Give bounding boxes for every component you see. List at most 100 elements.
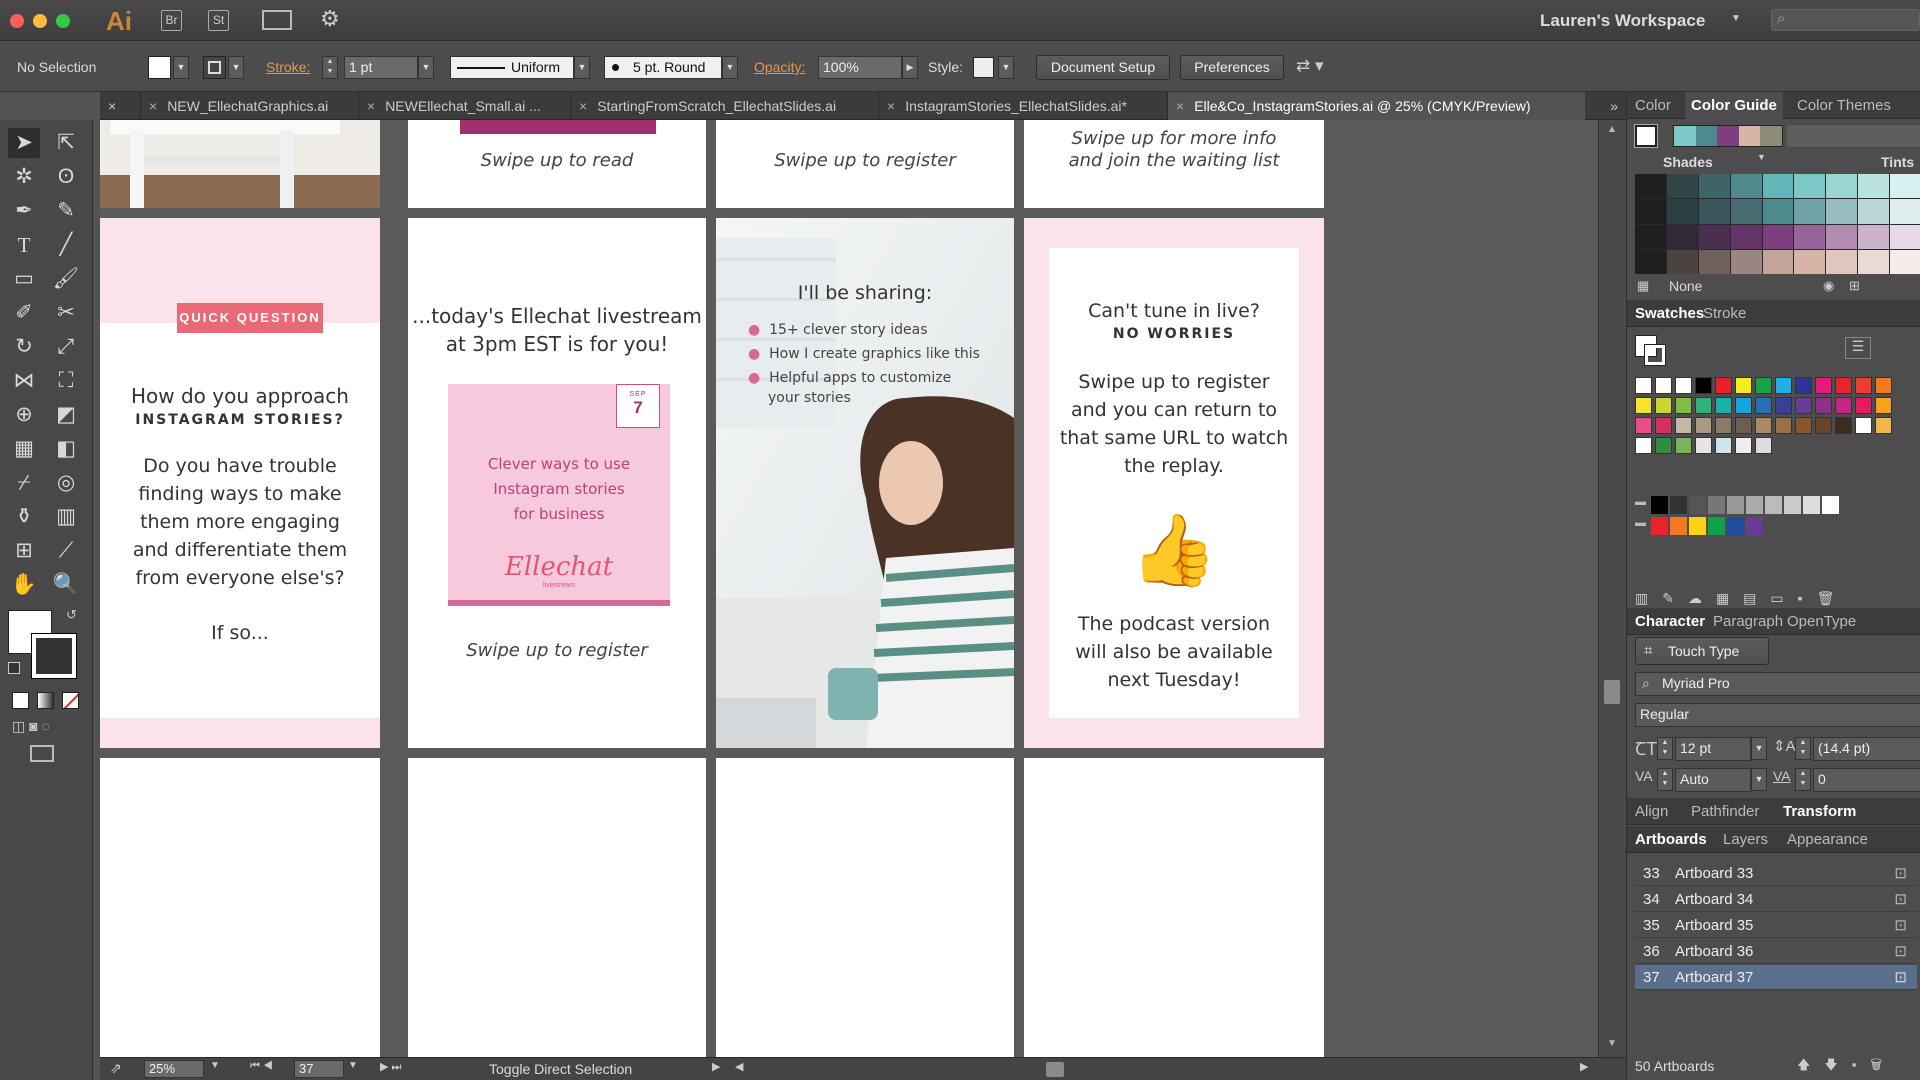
free-transform-tool-icon[interactable]: ⛶	[50, 366, 82, 396]
tab-instagram-stories[interactable]: × InstagramStories_EllechatSlides.ai*	[878, 92, 1167, 120]
color-swatch[interactable]	[1695, 437, 1712, 454]
zoom-field[interactable]: 25%	[144, 1060, 204, 1078]
status-menu-icon[interactable]: ▶	[712, 1060, 720, 1073]
tab-color-themes[interactable]: Color Themes	[1797, 92, 1891, 119]
fill-dropdown[interactable]: ▼	[173, 56, 189, 79]
font-family-field[interactable]: ⌕ Myriad Pro	[1635, 672, 1920, 696]
horizontal-scroll-thumb[interactable]	[1046, 1062, 1064, 1077]
artboard-row-selected[interactable]: 37 Artboard 37 ⊡	[1635, 965, 1917, 990]
shape-builder-tool-icon[interactable]: ⊕	[8, 400, 40, 430]
artboard-number-field[interactable]: 37	[294, 1060, 344, 1078]
zoom-tool-icon[interactable]: 🔍	[50, 570, 82, 600]
swatches-footer-icons[interactable]: ▥✎☁▦▤▭▪🗑	[1635, 590, 1848, 607]
artboard-row[interactable]: 36 Artboard 36 ⊡	[1635, 939, 1917, 964]
screen-mode-icon[interactable]	[30, 745, 54, 762]
workspace-switcher[interactable]: Lauren's Workspace	[1540, 11, 1705, 31]
hand-tool-icon[interactable]: ✋	[8, 570, 40, 600]
direct-selection-tool-icon[interactable]: ⇱	[50, 128, 82, 158]
color-swatch[interactable]	[1715, 417, 1732, 434]
swatches-grid[interactable]	[1635, 377, 1920, 497]
tab-artboards[interactable]: Artboards	[1635, 826, 1707, 853]
minimize-window-button[interactable]	[33, 14, 47, 28]
color-swatch[interactable]	[1755, 377, 1772, 394]
scroll-down-icon[interactable]: ▼	[1607, 1038, 1617, 1049]
font-size-field[interactable]: 12 pt	[1675, 737, 1751, 761]
tab-color-guide[interactable]: Color Guide	[1685, 92, 1783, 119]
stroke-dropdown[interactable]: ▼	[228, 56, 244, 79]
blend-tool-icon[interactable]: ◎	[50, 468, 82, 498]
chevron-down-icon[interactable]: ▼	[1731, 13, 1741, 24]
graphic-style-swatch[interactable]	[973, 57, 994, 78]
tab-transform[interactable]: Transform	[1783, 798, 1856, 825]
list-view-icon[interactable]: ☰	[1845, 337, 1871, 359]
stroke-swatch[interactable]	[203, 56, 226, 79]
artboard-footer-icons[interactable]: 🡅🡇▪🗑	[1797, 1056, 1896, 1078]
color-swatch[interactable]	[1675, 437, 1692, 454]
color-swatch[interactable]	[1835, 377, 1852, 394]
style-dropdown[interactable]: ▼	[998, 56, 1014, 79]
scale-tool-icon[interactable]: ⤢	[50, 332, 82, 362]
artboard-empty[interactable]	[716, 758, 1014, 1057]
color-mode-icon[interactable]	[12, 692, 29, 709]
paintbrush-tool-icon[interactable]: 🖌	[50, 264, 82, 294]
color-swatch[interactable]	[1875, 417, 1892, 434]
color-swatch[interactable]	[1875, 377, 1892, 394]
color-swatch[interactable]	[1855, 397, 1872, 414]
tab-paragraph[interactable]: Paragraph	[1713, 608, 1783, 635]
color-swatch[interactable]	[1795, 417, 1812, 434]
artboard-options-icon[interactable]: ⊡	[1894, 887, 1907, 912]
color-swatch[interactable]	[1775, 377, 1792, 394]
color-swatch[interactable]	[1815, 377, 1832, 394]
color-swatch[interactable]	[1655, 417, 1672, 434]
canvas[interactable]: Swipe up to read Swipe up to register Sw…	[100, 120, 1598, 1057]
font-size-dropdown[interactable]: ▼	[1751, 737, 1767, 760]
type-tool-icon[interactable]: T	[8, 230, 40, 260]
artboard-options-icon[interactable]: ⊡	[1894, 965, 1907, 990]
color-swatch[interactable]	[1635, 377, 1652, 394]
gradient-mode-icon[interactable]	[37, 692, 54, 709]
profile-dropdown[interactable]: ▼	[574, 56, 590, 79]
artboard-tool-icon[interactable]: ⊞	[8, 536, 40, 566]
fill-swatch[interactable]	[148, 56, 171, 79]
base-color-swatch[interactable]	[1634, 124, 1658, 148]
swap-colors-icon[interactable]: ↺	[66, 607, 77, 623]
vertical-scrollbar[interactable]: ▲ ▼	[1598, 120, 1626, 1057]
scroll-left-icon[interactable]: ◀	[735, 1060, 743, 1073]
artboard-swipe-read[interactable]: Swipe up to read	[408, 120, 706, 208]
opacity-slider-toggle[interactable]: ▶	[902, 56, 918, 79]
tab-character[interactable]: Character	[1635, 608, 1705, 635]
color-swatch[interactable]	[1795, 397, 1812, 414]
more-tabs-icon[interactable]: »	[1610, 92, 1618, 120]
leading-stepper[interactable]: ▲ ▼	[1795, 737, 1811, 760]
tab-starting-from-scratch[interactable]: × StartingFromScratch_EllechatSlides.ai	[570, 92, 878, 120]
close-icon[interactable]: ×	[1176, 98, 1184, 114]
last-artboard-icon[interactable]: ▶ ⏭	[380, 1060, 401, 1074]
artboard-photo-top[interactable]	[100, 120, 380, 208]
harmony-colors-strip[interactable]	[1673, 125, 1783, 147]
tab-color[interactable]: Color	[1635, 92, 1671, 119]
color-swatch[interactable]	[1815, 397, 1832, 414]
arrange-icon[interactable]: ⇄ ▾	[1296, 56, 1324, 76]
color-swatch[interactable]	[1735, 397, 1752, 414]
width-tool-icon[interactable]: ⋈	[8, 366, 40, 396]
close-icon[interactable]: ×	[149, 98, 157, 114]
line-tool-icon[interactable]: ╱	[50, 230, 82, 260]
opacity-label[interactable]: Opacity:	[754, 42, 805, 92]
rectangle-tool-icon[interactable]: ▭	[8, 264, 40, 294]
artboard-sharing-photo[interactable]: I'll be sharing: ● 15+ clever story idea…	[716, 218, 1014, 748]
artboard-row[interactable]: 35 Artboard 35 ⊡	[1635, 913, 1917, 938]
pen-tool-icon[interactable]: ✒	[8, 196, 40, 226]
color-swatch[interactable]	[1755, 397, 1772, 414]
stock-button[interactable]: St	[208, 10, 229, 31]
kerning-field[interactable]: Auto	[1675, 768, 1751, 792]
color-swatch[interactable]	[1635, 397, 1652, 414]
artboard-waiting-list[interactable]: Swipe up for more info and join the wait…	[1024, 120, 1324, 208]
opacity-field[interactable]: 100%	[818, 56, 902, 79]
kerning-dropdown[interactable]: ▼	[1751, 768, 1767, 791]
artboard-row[interactable]: 33 Artboard 33 ⊡	[1635, 861, 1917, 886]
slice-tool-icon[interactable]: ⟋	[50, 536, 82, 566]
color-swatch[interactable]	[1695, 417, 1712, 434]
search-input[interactable]: ⌕	[1771, 9, 1920, 31]
color-swatch[interactable]	[1795, 377, 1812, 394]
artboard-no-worries[interactable]: Can't tune in live? NO WORRIES Swipe up …	[1024, 218, 1324, 748]
